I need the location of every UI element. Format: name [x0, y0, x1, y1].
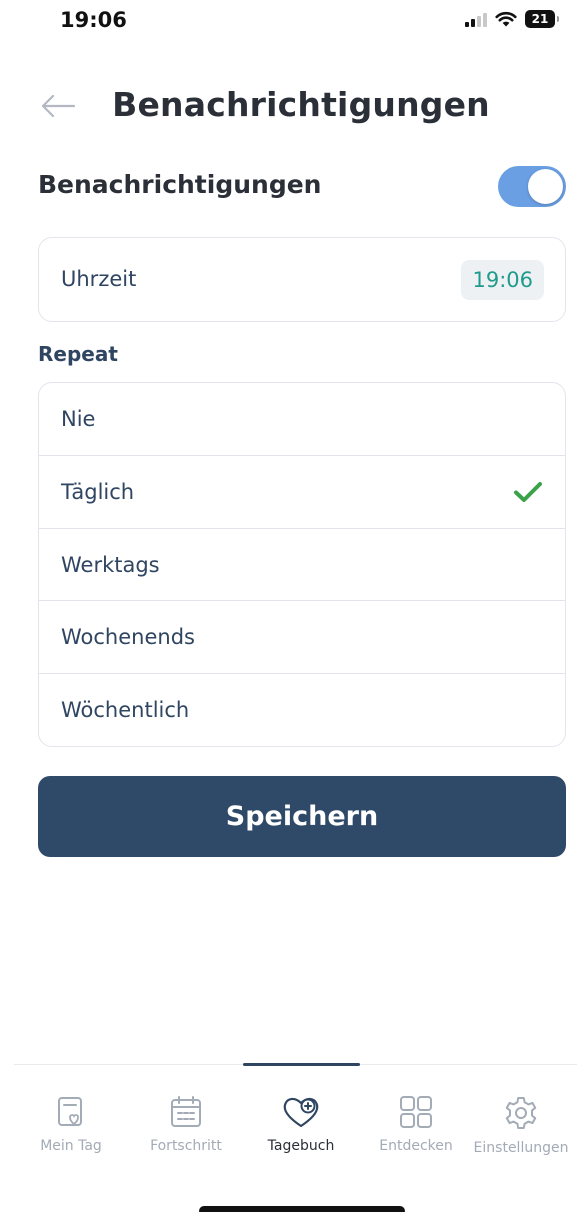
time-value: 19:06: [472, 268, 533, 292]
time-picker[interactable]: 19:06: [461, 260, 544, 300]
page-title: Benachrichtigungen: [112, 85, 490, 124]
day-card-icon: [58, 1097, 82, 1126]
bottom-nav: Mein Tag Fortschritt Tagebuch Entdecken: [0, 1085, 577, 1175]
nav-item-entdecken[interactable]: Entdecken: [361, 1085, 471, 1154]
time-label: Uhrzeit: [61, 267, 137, 291]
save-button[interactable]: Speichern: [38, 776, 566, 857]
nav-item-einstellungen[interactable]: Einstellungen: [466, 1085, 576, 1156]
repeat-label: Repeat: [38, 342, 118, 366]
repeat-option-wochenends[interactable]: Wochenends: [39, 601, 565, 675]
nav-label: Tagebuch: [267, 1138, 335, 1154]
wifi-icon: [495, 11, 517, 26]
status-bar: 19:06 21: [0, 0, 577, 50]
nav-label: Entdecken: [379, 1138, 453, 1154]
nav-item-fortschritt[interactable]: Fortschritt: [131, 1085, 241, 1154]
notifications-toggle-row: Benachrichtigungen: [38, 162, 566, 212]
grid-icon: [400, 1096, 432, 1128]
nav-label: Einstellungen: [473, 1140, 569, 1156]
repeat-option-label: Wöchentlich: [61, 698, 190, 723]
calendar-icon: [171, 1096, 201, 1127]
repeat-option-werktags[interactable]: Werktags: [39, 529, 565, 602]
heart-plus-icon: [283, 1097, 319, 1128]
gear-icon: [505, 1097, 537, 1129]
status-icons: 21: [465, 10, 559, 28]
notifications-label: Benachrichtigungen: [38, 170, 322, 199]
active-tab-indicator: [243, 1063, 360, 1066]
repeat-option-woechentlich[interactable]: Wöchentlich: [39, 674, 565, 746]
notifications-toggle[interactable]: [498, 166, 566, 207]
toggle-knob: [528, 169, 563, 204]
repeat-options-list: Nie Täglich Werktags Wochenends Wöchentl…: [38, 382, 566, 747]
time-card: Uhrzeit 19:06: [38, 237, 566, 322]
repeat-option-label: Werktags: [61, 552, 160, 577]
repeat-option-label: Täglich: [61, 479, 135, 504]
repeat-option-label: Nie: [61, 407, 96, 431]
checkmark-icon: [514, 481, 542, 502]
status-time: 19:06: [60, 8, 127, 32]
nav-item-mein-tag[interactable]: Mein Tag: [16, 1085, 126, 1154]
battery-level: 21: [531, 12, 549, 26]
nav-label: Mein Tag: [40, 1138, 102, 1154]
repeat-option-taeglich[interactable]: Täglich: [39, 456, 565, 529]
battery-icon: 21: [525, 10, 559, 28]
home-indicator: [199, 1206, 405, 1212]
nav-label: Fortschritt: [150, 1138, 222, 1154]
repeat-option-nie[interactable]: Nie: [39, 383, 565, 456]
nav-item-tagebuch[interactable]: Tagebuch: [246, 1085, 356, 1154]
cellular-signal-icon: [465, 11, 487, 27]
repeat-option-label: Wochenends: [61, 625, 195, 650]
header: Benachrichtigungen: [0, 78, 577, 138]
